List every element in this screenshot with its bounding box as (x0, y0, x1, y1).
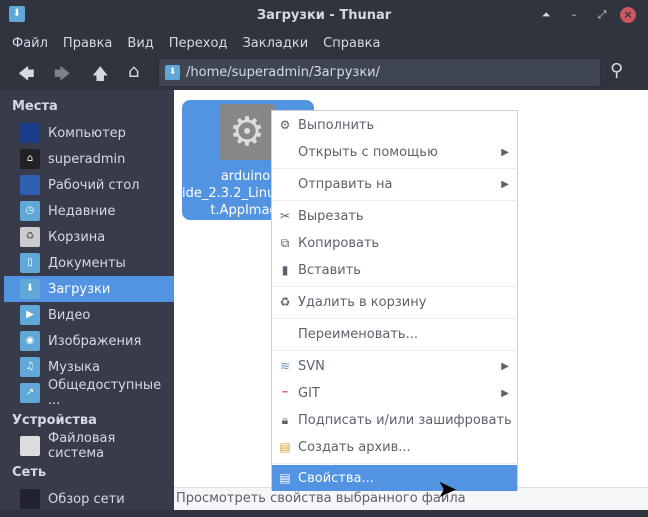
computer-icon (20, 123, 40, 143)
sidebar-item-home[interactable]: ⌂ superadmin (4, 146, 174, 172)
sidebar-item-network[interactable]: Обзор сети (4, 486, 174, 512)
folder-download-icon: ⬇ (9, 6, 25, 22)
network-header: Сеть (12, 465, 47, 480)
sidebar-item-downloads[interactable]: ⬇ Загрузки (4, 276, 174, 302)
devices-header: Устройства (12, 413, 97, 428)
menu-item-copy[interactable]: ⧉ Копировать (272, 230, 517, 256)
separator (272, 350, 517, 351)
folder-download-icon: ⬇ (165, 65, 180, 80)
sidebar-item-documents[interactable]: ▯ Документы (4, 250, 174, 276)
minimize-button[interactable]: – (566, 7, 582, 23)
mouse-cursor-icon: ➤ (437, 475, 458, 503)
trash-icon: ♻ (279, 295, 291, 309)
up-button[interactable]: 🡅 (92, 63, 108, 90)
music-icon: ♫ (20, 357, 40, 377)
menu-go[interactable]: Переход (169, 36, 228, 51)
menu-item-rename[interactable]: Переименовать... (272, 321, 517, 347)
separator (272, 463, 517, 464)
desktop-icon (20, 175, 40, 195)
menu-item-open-with[interactable]: Открыть с помощью ▶ (272, 139, 517, 165)
drive-icon (20, 436, 40, 456)
sidebar-item-public[interactable]: ↗ Общедоступные ... (4, 378, 174, 408)
back-button[interactable]: 🡄 (18, 63, 35, 90)
menu-edit[interactable]: Правка (63, 36, 112, 51)
menu-item-execute[interactable]: ⚙ Выполнить (272, 112, 517, 138)
pictures-icon: ◉ (20, 331, 40, 351)
menu-item-send-to[interactable]: Отправить на ▶ (272, 171, 517, 197)
menu-bookmarks[interactable]: Закладки (242, 36, 308, 51)
menu-file[interactable]: Файл (12, 36, 48, 51)
forward-button[interactable]: 🡆 (54, 63, 71, 90)
home-button[interactable]: ⌂ (128, 61, 139, 82)
scissors-icon: ✂ (279, 209, 291, 223)
eject-icon[interactable]: ⏶ (538, 7, 554, 23)
gear-icon: ⚙ (279, 118, 291, 132)
sidebar-item-filesystem[interactable]: Файловая система (4, 431, 174, 461)
network-icon (20, 489, 40, 509)
location-path: /home/superadmin/Загрузки/ (186, 65, 381, 80)
properties-icon: ▤ (279, 471, 291, 485)
search-button[interactable]: ⚲ (610, 60, 623, 81)
context-menu: ⚙ Выполнить Открыть с помощью ▶ Отправить … (271, 110, 518, 491)
sidebar-item-music[interactable]: ♫ Музыка (4, 354, 174, 380)
clipboard-icon: ▮ (281, 263, 289, 277)
maximize-button[interactable]: ⤢ (594, 7, 610, 23)
submenu-arrow-icon: ▶ (501, 146, 509, 158)
separator (272, 200, 517, 201)
window-title: Загрузки - Thunar (256, 7, 392, 23)
home-icon: ⌂ (20, 149, 40, 169)
sidebar-item-videos[interactable]: ▶ Видео (4, 302, 174, 328)
recent-icon: ◷ (20, 201, 40, 221)
location-bar[interactable]: ⬇ /home/superadmin/Загрузки/ (158, 58, 601, 87)
svn-icon: ≋ (279, 359, 291, 373)
menu-item-svn[interactable]: ≋ SVN ▶ (272, 353, 517, 379)
separator (272, 286, 517, 287)
lock-icon: 🔒︎ (281, 412, 289, 427)
menu-item-paste[interactable]: ▮ Вставить (272, 257, 517, 283)
menu-item-sign-encrypt[interactable]: 🔒︎ Подписать и/или зашифровать (272, 407, 517, 433)
submenu-arrow-icon: ▶ (501, 360, 509, 372)
title-bar: ⬇ Загрузки - Thunar ⏶ – ⤢ × (0, 0, 648, 30)
executable-gear-icon: ⚙ (219, 104, 275, 160)
separator (272, 168, 517, 169)
places-header: Места (12, 99, 58, 114)
menu-item-create-archive[interactable]: ▤ Создать архив... (272, 434, 517, 460)
public-folder-icon: ↗ (20, 383, 40, 403)
videos-icon: ▶ (20, 305, 40, 325)
documents-icon: ▯ (20, 253, 40, 273)
archive-icon: ▤ (279, 440, 291, 454)
submenu-arrow-icon: ▶ (501, 387, 509, 399)
separator (272, 318, 517, 319)
sidebar-item-pictures[interactable]: ◉ Изображения (4, 328, 174, 354)
menu-bar: Файл Правка Вид Переход Закладки Справка (0, 30, 648, 56)
menu-help[interactable]: Справка (323, 36, 380, 51)
git-icon: ┅ (282, 388, 288, 398)
sidebar: Места Компьютер ⌂ superadmin Рабочий стол… (0, 90, 174, 510)
menu-item-trash[interactable]: ♻ Удалить в корзину (272, 289, 517, 315)
menu-item-cut[interactable]: ✂ Вырезать (272, 203, 517, 229)
menu-item-git[interactable]: ┅ GIT ▶ (272, 380, 517, 406)
copy-icon: ⧉ (280, 235, 290, 250)
close-button[interactable]: × (620, 7, 636, 23)
trash-icon: ♻ (20, 227, 40, 247)
sidebar-item-desktop[interactable]: Рабочий стол (4, 172, 174, 198)
downloads-icon: ⬇ (20, 279, 40, 299)
submenu-arrow-icon: ▶ (501, 178, 509, 190)
sidebar-item-recent[interactable]: ◷ Недавние (4, 198, 174, 224)
menu-view[interactable]: Вид (127, 36, 153, 51)
sidebar-item-computer[interactable]: Компьютер (4, 120, 174, 146)
window-border (0, 510, 648, 517)
menu-item-properties[interactable]: ▤ Свойства... (272, 465, 517, 491)
sidebar-item-trash[interactable]: ♻ Корзина (4, 224, 174, 250)
